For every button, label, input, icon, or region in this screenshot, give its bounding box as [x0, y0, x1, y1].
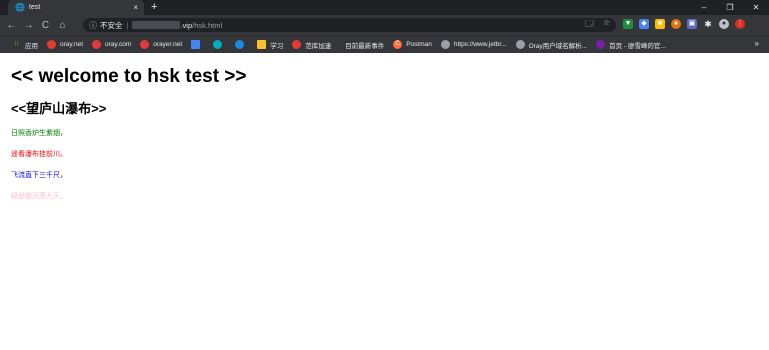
poem-line: 疑是银河落九天。 — [11, 193, 67, 200]
bookmark-label: 应用 — [25, 42, 38, 50]
folder-icon — [257, 40, 267, 49]
bookmark-favicon-icon — [235, 40, 245, 49]
oray-icon — [92, 40, 102, 49]
extension-icon[interactable]: ■ — [655, 19, 665, 29]
bookmark-favicon-icon — [191, 40, 201, 49]
back-icon[interactable]: ← — [3, 20, 20, 31]
puzzle-icon[interactable]: ✱ — [703, 19, 713, 29]
update-menu-icon[interactable]: ⋮ — [735, 19, 745, 29]
tab-test[interactable]: 🌐 test × — [8, 0, 144, 15]
bookmark-label: 目前最新事件 — [345, 42, 385, 50]
globe-icon — [515, 40, 525, 49]
forward-icon[interactable]: → — [20, 20, 37, 31]
poem-line: 遥看瀑布挂前川。 — [11, 151, 67, 158]
extension-icon[interactable]: ● — [671, 19, 681, 29]
extension-icon[interactable]: ◆ — [639, 19, 649, 29]
address-actions: 🗔 ☆ — [585, 18, 610, 32]
url-host: .vip — [180, 20, 193, 30]
bookmark-label: orayer.net — [153, 41, 183, 48]
window-controls: – ❐ ✕ — [691, 0, 769, 15]
bookmark-apps[interactable]: ⁝⁝ 应用 — [12, 40, 38, 50]
bookmark-favicon-icon — [292, 40, 302, 49]
tab-strip: 🌐 test × + – ❐ ✕ — [0, 0, 769, 15]
close-window-button[interactable]: ✕ — [743, 0, 769, 15]
more-bookmarks-icon[interactable]: » — [755, 39, 759, 48]
bookmarks-bar: ⁝⁝ 应用 oray.net oray.com orayer.net 学习 范库… — [0, 35, 769, 53]
browser-toolbar: ← → C ⌂ ⓘ 不安全 | .vip /hsk.html 🗔 ☆ ▼ ◆ ■… — [0, 15, 769, 35]
postman-icon: C — [393, 40, 403, 49]
address-divider: | — [126, 20, 129, 30]
bookmark-item[interactable] — [191, 40, 204, 49]
new-tab-button[interactable]: + — [151, 0, 157, 15]
page-heading: << welcome to hsk test >> — [11, 66, 247, 87]
tab-title: test — [29, 4, 41, 11]
info-icon[interactable]: ⓘ — [89, 20, 97, 31]
poem-line: 飞流直下三千尺， — [11, 172, 67, 179]
bookmark-item[interactable]: 目前最新事件 — [345, 40, 384, 50]
apps-grid-icon: ⁝⁝ — [14, 41, 19, 47]
bookmark-item[interactable]: 首页 - 廖雪峰的官... — [596, 40, 666, 50]
globe-icon — [440, 40, 450, 49]
bookmark-item[interactable]: orayer.net — [140, 40, 182, 49]
globe-icon: 🌐 — [15, 3, 25, 12]
redacted-host — [132, 21, 181, 29]
bookmark-label: 学习 — [270, 42, 284, 50]
url-path: /hsk.html — [192, 20, 223, 30]
tab-close-icon[interactable]: × — [133, 3, 138, 12]
maximize-button[interactable]: ❐ — [717, 0, 743, 15]
bookmark-favicon-icon — [596, 40, 606, 49]
minimize-button[interactable]: – — [691, 0, 717, 15]
oray-icon — [140, 40, 150, 49]
bookmark-item[interactable]: oray.com — [92, 40, 131, 49]
bookmark-favicon-icon — [213, 40, 223, 49]
extension-icon[interactable]: ▼ — [623, 19, 633, 29]
bookmark-label: https://www.jetbr... — [453, 41, 507, 48]
translate-icon[interactable]: 🗔 — [585, 18, 594, 32]
poem-line: 日照香炉生紫烟， — [11, 130, 67, 137]
bookmark-label: oray.net — [60, 41, 84, 48]
reload-icon[interactable]: C — [37, 20, 54, 31]
bookmark-item[interactable] — [213, 40, 226, 49]
extensions-area: ▼ ◆ ■ ● ▣ ✱ ● ⋮ — [623, 19, 745, 29]
bookmark-label: oray.com — [105, 41, 132, 48]
bookmark-item[interactable]: https://www.jetbr... — [440, 40, 507, 49]
oray-icon — [47, 40, 56, 49]
address-bar[interactable]: ⓘ 不安全 | .vip /hsk.html 🗔 ☆ — [83, 18, 616, 32]
bookmark-label: 首页 - 廖雪峰的官... — [609, 42, 666, 50]
bookmark-label: Oray用户域名解析... — [528, 42, 588, 50]
bookmark-folder-study[interactable]: 学习 — [257, 40, 283, 50]
bookmark-postman[interactable]: C Postman — [393, 40, 432, 49]
profile-avatar-icon[interactable]: ● — [719, 19, 729, 29]
bookmark-item[interactable]: Oray用户域名解析... — [515, 40, 588, 50]
bookmark-label: 范库加速 — [305, 42, 332, 50]
bookmark-item[interactable]: oray.net — [47, 40, 83, 49]
security-label: 不安全 — [100, 20, 123, 30]
home-icon[interactable]: ⌂ — [54, 20, 71, 31]
page-content: << welcome to hsk test >> <<望庐山瀑布>> 日照香炉… — [0, 66, 769, 201]
poem-title: <<望庐山瀑布>> — [11, 101, 107, 116]
bookmark-item[interactable]: 范库加速 — [292, 40, 331, 50]
extension-icon[interactable]: ▣ — [687, 19, 697, 29]
bookmark-item[interactable] — [235, 40, 248, 49]
bookmark-label: Postman — [406, 41, 432, 48]
bookmark-star-icon[interactable]: ☆ — [603, 18, 610, 32]
